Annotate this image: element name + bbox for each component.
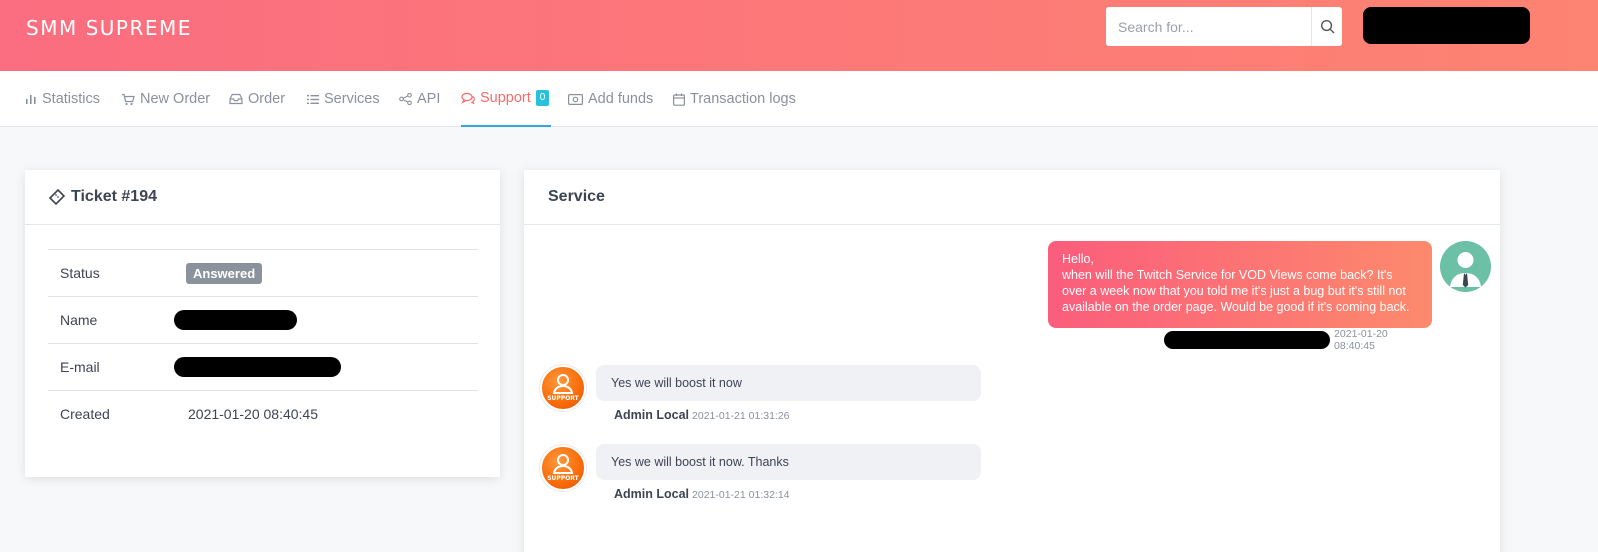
support-count-badge: 0	[535, 90, 550, 106]
message-author: Admin Local	[614, 487, 690, 501]
search-button[interactable]	[1311, 7, 1342, 46]
user-avatar	[1440, 241, 1491, 292]
nav-add-funds[interactable]: Add funds	[568, 71, 653, 127]
brand-logo[interactable]: SMM SUPREME	[26, 16, 192, 40]
conversation-title: Service	[524, 170, 1500, 225]
nav-api[interactable]: API	[399, 71, 440, 127]
message-text: Yes we will boost it now	[611, 376, 742, 390]
status-badge: Answered	[186, 263, 263, 284]
ticket-row-created: Created 2021-01-20 08:40:45	[48, 390, 478, 437]
ticket-card-header: Ticket #194	[25, 170, 500, 225]
list-icon	[307, 94, 319, 104]
redacted-sender	[1164, 331, 1331, 349]
ticket-details-table: Status Answered Name E-mail Created 2021…	[48, 249, 478, 437]
message-timestamp: 2021-01-21 01:31:26	[692, 410, 790, 422]
money-icon	[568, 93, 583, 105]
redacted-name	[174, 310, 297, 330]
row-label: E-mail	[60, 359, 100, 375]
user-avatar-icon	[1450, 252, 1481, 288]
ticket-row-status: Status Answered	[48, 249, 478, 296]
ticket-row-email: E-mail	[48, 343, 478, 390]
row-label: Status	[60, 265, 100, 281]
conversation-card: Service Hello, when will the Twitch Serv…	[524, 170, 1500, 552]
support-avatar	[540, 365, 586, 411]
cart-icon	[122, 93, 135, 105]
nav-new-order[interactable]: New Order	[121, 71, 210, 127]
row-label: Name	[60, 312, 98, 328]
support-agent-icon	[552, 374, 574, 394]
message-bubble-outgoing: Hello, when will the Twitch Service for …	[1048, 241, 1432, 328]
nav-support[interactable]: Support 0	[461, 71, 552, 127]
ticket-title: Ticket #194	[71, 188, 157, 205]
support-agent-icon	[552, 454, 574, 474]
nav-label: Support	[480, 90, 531, 106]
bar-chart-icon	[26, 95, 36, 104]
share-icon	[399, 93, 412, 105]
nav-label: API	[417, 91, 441, 107]
created-value: 2021-01-20 08:40:45	[188, 406, 318, 422]
nav-label: Add funds	[588, 91, 654, 107]
row-label: Created	[60, 406, 110, 422]
ticket-icon	[49, 189, 65, 205]
nav-label: Order	[248, 91, 286, 107]
redacted-email	[174, 357, 341, 377]
nav-label: New Order	[140, 91, 211, 107]
message-text: Yes we will boost it now. Thanks	[611, 455, 789, 469]
support-avatar-label: SUPPORT	[547, 475, 579, 482]
outgoing-meta: 2021-01-20 08:40:45	[1164, 328, 1431, 352]
incoming-meta: Admin Local 2021-01-21 01:31:26	[614, 408, 790, 422]
message-bubble-incoming: Yes we will boost it now. Thanks	[596, 444, 981, 480]
message-timestamp: 2021-01-21 01:32:14	[692, 489, 790, 501]
message-bubble-incoming: Yes we will boost it now	[596, 365, 981, 401]
support-avatar	[540, 445, 586, 491]
nav-label: Statistics	[42, 91, 101, 107]
nav-order[interactable]: Order	[229, 71, 285, 127]
top-header: SMM SUPREME	[0, 0, 1598, 71]
chat-icon	[461, 92, 475, 104]
search-icon	[1320, 19, 1334, 34]
nav-transaction-logs[interactable]: Transaction logs	[673, 71, 796, 127]
incoming-meta: Admin Local 2021-01-21 01:32:14	[614, 487, 790, 501]
nav-label: Services	[324, 91, 380, 107]
nav-label: Transaction logs	[690, 91, 796, 107]
user-account-menu[interactable]	[1363, 7, 1530, 44]
ticket-row-name: Name	[48, 296, 478, 343]
search-input[interactable]	[1106, 7, 1311, 46]
support-avatar-label: SUPPORT	[547, 395, 579, 402]
nav-statistics[interactable]: Statistics	[25, 71, 100, 127]
ticket-info-card: Ticket #194 Status Answered Name E-mail …	[25, 170, 500, 477]
main-nav: Statistics New Order Order Services API …	[0, 71, 1598, 127]
search-box	[1106, 7, 1342, 46]
message-author: Admin Local	[614, 408, 690, 422]
inbox-icon	[229, 93, 243, 105]
calendar-icon	[673, 93, 685, 106]
message-timestamp: 2021-01-20 08:40:45	[1334, 328, 1388, 352]
message-text: Hello, when will the Twitch Service for …	[1062, 252, 1410, 314]
nav-services[interactable]: Services	[307, 71, 380, 127]
